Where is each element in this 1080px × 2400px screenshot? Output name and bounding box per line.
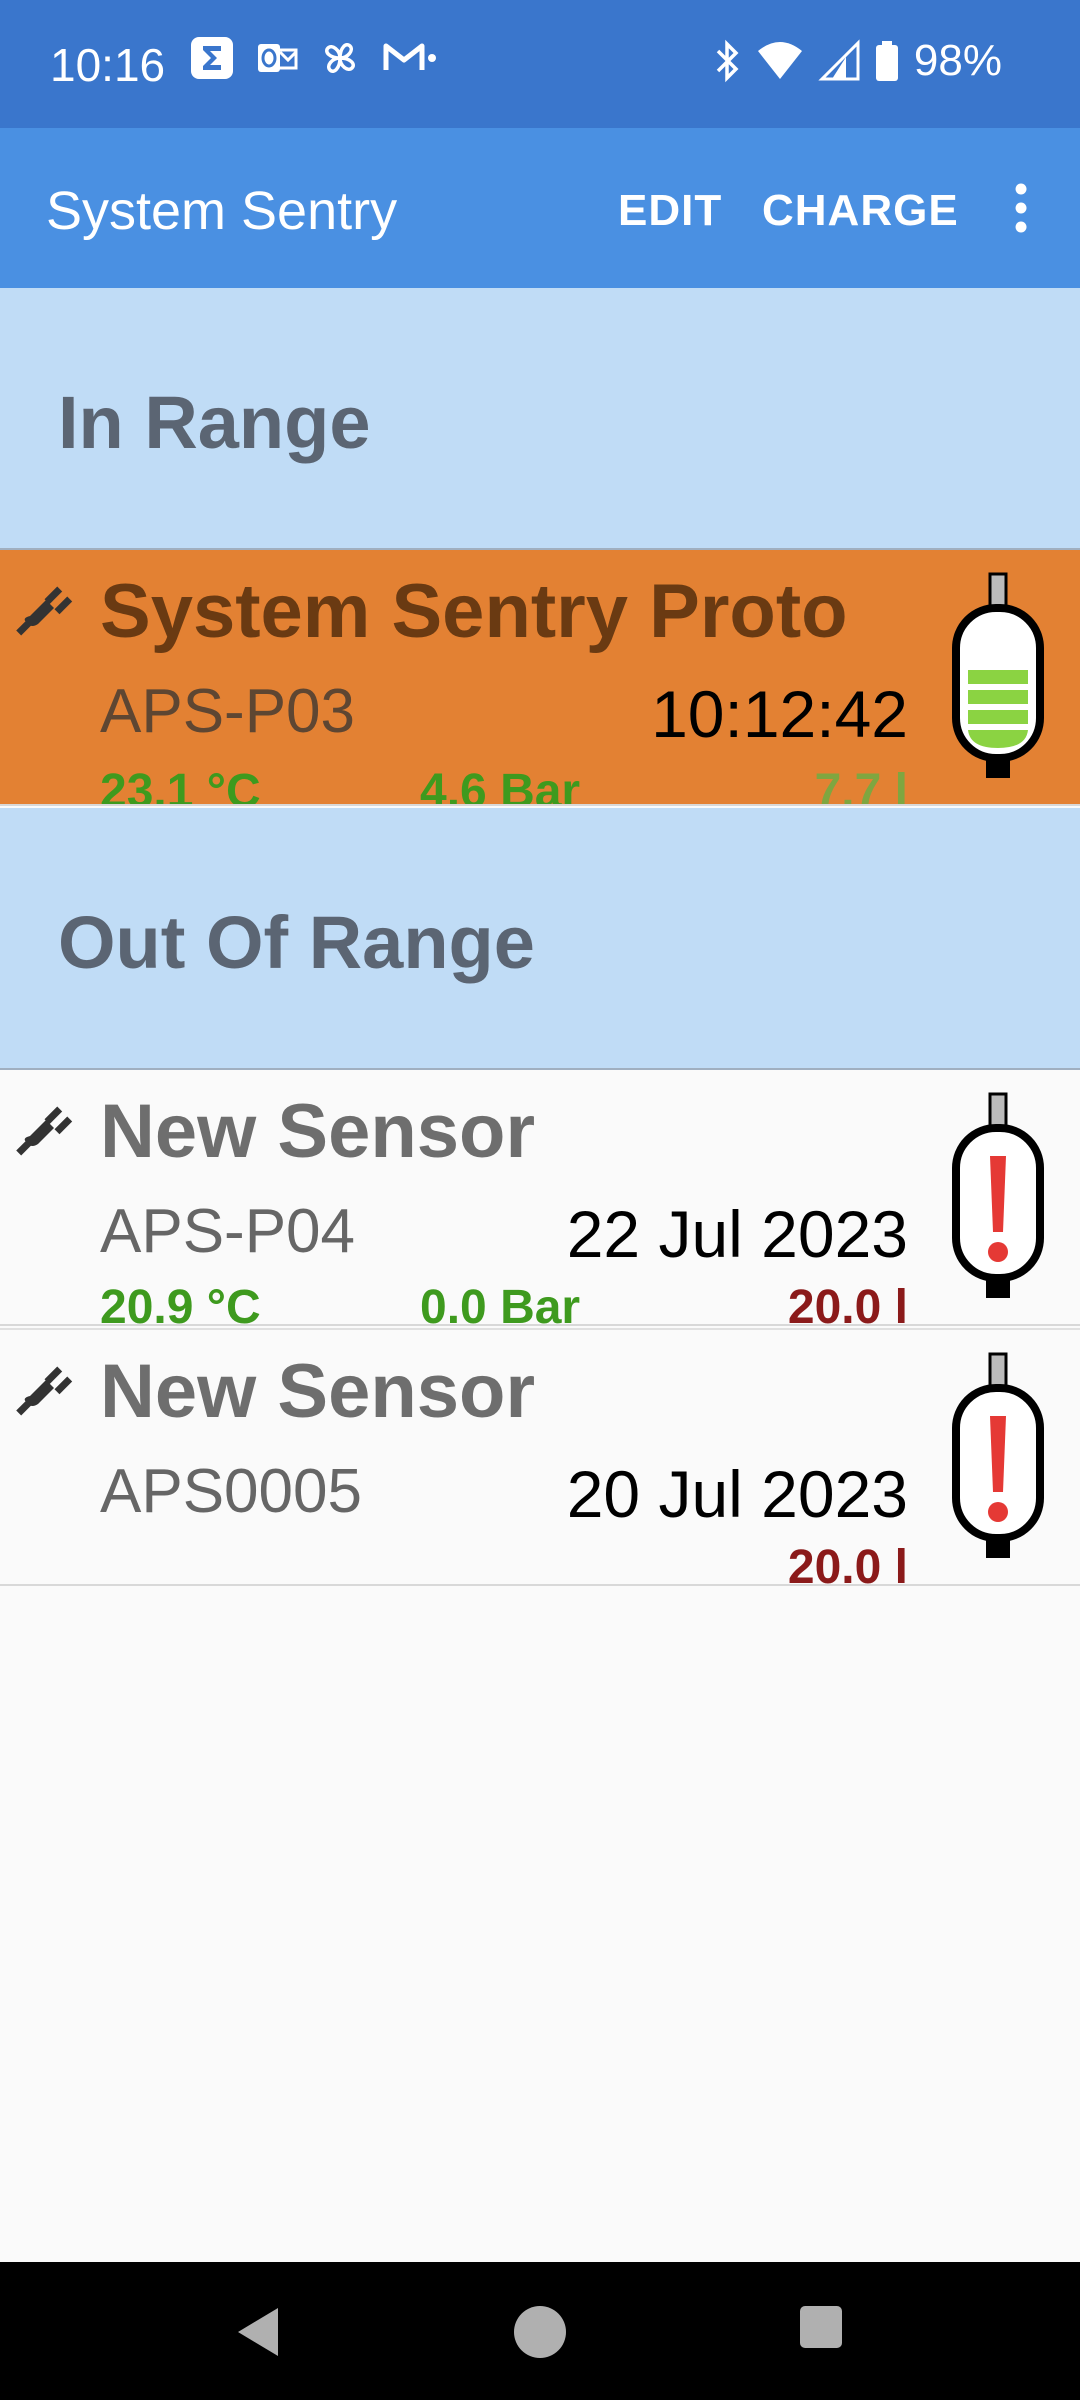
sensor-pressure: 0.0 Bar: [420, 1281, 581, 1334]
in-range-header: In Range: [0, 288, 1080, 548]
sensor-temperature: 23.1 °C: [100, 765, 261, 804]
sensor-volume: 7.7 l: [814, 765, 908, 804]
outlook-icon: [258, 44, 298, 72]
bluetooth-icon: [716, 39, 739, 83]
sensor-row[interactable]: New Sensor APS0005 20 Jul 2023 20.0 l: [0, 1328, 1080, 1594]
tank-alert-icon: [952, 1352, 1044, 1558]
signal-icon: [818, 39, 860, 81]
plug-icon: [16, 586, 73, 636]
in-range-title: In Range: [58, 381, 371, 464]
status-bar: 10:16 98%: [0, 0, 1080, 128]
sensor-volume: 20.0 l: [787, 1541, 908, 1594]
home-icon[interactable]: [512, 2304, 568, 2360]
battery-percent: 98%: [913, 36, 1002, 85]
out-of-range-header: Out Of Range: [0, 808, 1080, 1068]
tank-alert-icon: [952, 1092, 1044, 1298]
sensor-timestamp: 22 Jul 2023: [566, 1197, 908, 1271]
pinwheel-icon: [325, 43, 355, 73]
sensor-name: New Sensor: [100, 1089, 536, 1174]
battery-icon: [875, 41, 898, 81]
gmail-icon: [383, 43, 436, 70]
status-time: 10:16: [50, 39, 166, 91]
app-title: System Sentry: [46, 181, 398, 241]
sensor-name: System Sentry Proto: [100, 569, 848, 654]
wifi-icon: [757, 42, 802, 79]
sigma-icon: [191, 37, 233, 79]
sensor-id: APS-P03: [100, 677, 356, 746]
sensor-temperature: 20.9 °C: [100, 1281, 261, 1334]
sensor-timestamp: 20 Jul 2023: [566, 1457, 908, 1531]
recents-icon[interactable]: [798, 2304, 844, 2350]
out-of-range-title: Out Of Range: [58, 901, 535, 984]
back-icon[interactable]: [232, 2304, 282, 2360]
sensor-row[interactable]: New Sensor APS-P04 22 Jul 2023 20.9 °C 0…: [0, 1068, 1080, 1334]
sensor-pressure: 4.6 Bar: [420, 765, 581, 804]
system-status: 98%: [712, 36, 1002, 86]
tank-battery-icon: [952, 572, 1044, 778]
navigation-bar: [0, 2262, 1080, 2400]
sensor-timestamp: 10:12:42: [651, 677, 908, 751]
sensor-id: APS0005: [100, 1457, 362, 1526]
notification-icons: [190, 36, 438, 80]
sensor-volume: 20.0 l: [787, 1281, 908, 1334]
sensor-name: New Sensor: [100, 1349, 536, 1434]
sensor-id: APS-P04: [100, 1197, 356, 1266]
app-bar: System Sentry EDIT CHARGE: [0, 128, 1080, 288]
plug-icon: [16, 1106, 73, 1156]
sensor-row[interactable]: System Sentry Proto APS-P03 10:12:42 23.…: [0, 548, 1080, 806]
edit-button[interactable]: EDIT: [618, 186, 722, 236]
charge-button[interactable]: CHARGE: [762, 186, 959, 236]
plug-icon: [16, 1366, 73, 1416]
more-vert-icon[interactable]: [1014, 183, 1028, 233]
